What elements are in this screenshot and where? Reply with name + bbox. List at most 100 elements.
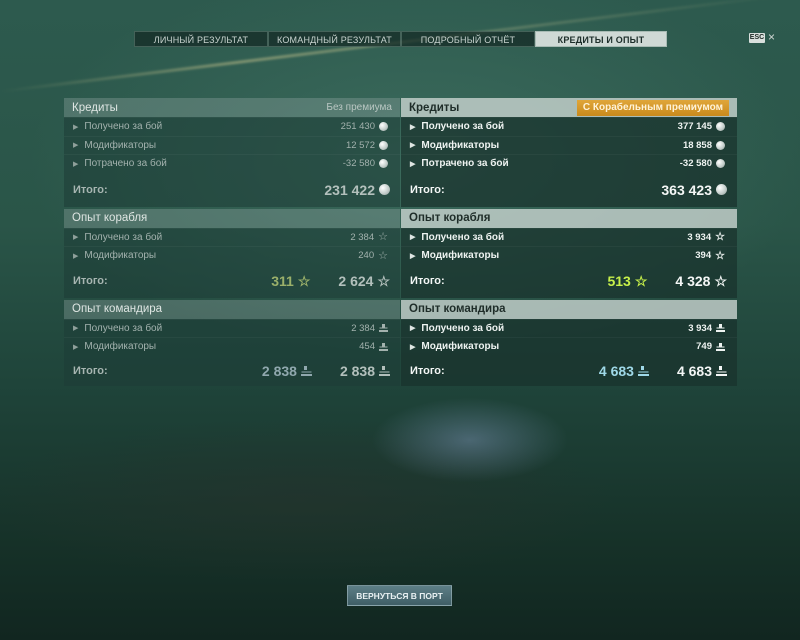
triangle-right-icon: ▶ (410, 123, 416, 131)
ship-xp-row-modifiers[interactable]: ▶ Модификаторы 240 ☆ (64, 246, 400, 265)
free-xp-value: 513 (607, 273, 631, 289)
panel-with-premium: Кредиты С Корабельным премиумом ▶ Получен… (401, 98, 737, 386)
row-label: Модификаторы (421, 250, 500, 262)
captain-xp-header: Опыт командира (64, 299, 400, 319)
total-label: Итого: (410, 364, 445, 377)
ship-xp-title: Опыт корабля (409, 212, 491, 224)
triangle-right-icon: ▶ (410, 325, 416, 333)
triangle-right-icon: ▶ (73, 160, 79, 168)
credits-total-value: 363 423 (661, 181, 712, 198)
credits-row-earned[interactable]: ▶ Получено за бой 251 430 (64, 117, 400, 136)
row-value: 3 934 (688, 322, 712, 334)
star-icon: ☆ (714, 273, 727, 289)
row-label: Получено за бой (421, 322, 505, 334)
credits-total-row: Итого: 363 423 (401, 172, 737, 207)
tab-bar: ЛИЧНЫЙ РЕЗУЛЬТАТ КОМАНДНЫЙ РЕЗУЛЬТАТ ПОД… (134, 31, 667, 47)
row-label: Модификаторы (84, 139, 157, 151)
credits-header: Кредиты Без премиума (64, 98, 400, 117)
row-label: Получено за бой (421, 121, 505, 133)
captain-icon (300, 365, 312, 376)
triangle-right-icon: ▶ (73, 234, 79, 242)
row-value: 2 384 (351, 322, 375, 334)
captain-xp-row-modifiers[interactable]: ▶ Модификаторы 454 (64, 337, 400, 356)
ship-xp-title: Опыт корабля (72, 212, 148, 224)
triangle-right-icon: ▶ (73, 123, 79, 131)
credits-row-modifiers[interactable]: ▶ Модификаторы 18 858 (401, 135, 737, 154)
row-value: 394 (695, 250, 712, 262)
captain-xp-total-row: Итого: 2 838 2 838 (64, 355, 400, 386)
captain-icon (716, 324, 725, 333)
row-value: 2 384 (350, 231, 375, 243)
credits-header: Кредиты С Корабельным премиумом (401, 98, 737, 117)
credits-row-modifiers[interactable]: ▶ Модификаторы 12 572 (64, 135, 400, 154)
star-icon: ☆ (378, 249, 388, 262)
tab-personal-result[interactable]: ЛИЧНЫЙ РЕЗУЛЬТАТ (134, 31, 268, 47)
total-label: Итого: (73, 364, 108, 377)
row-value: 749 (696, 341, 712, 353)
row-value: 18 858 (682, 139, 712, 151)
row-label: Получено за бой (421, 231, 505, 243)
total-label: Итого: (73, 275, 108, 287)
total-label: Итого: (410, 183, 445, 196)
return-to-port-button[interactable]: ВЕРНУТЬСЯ В ПОРТ (347, 585, 452, 606)
free-xp-star-icon: ☆ (634, 273, 648, 289)
row-value: 454 (359, 341, 375, 353)
row-value: -32 580 (342, 158, 375, 170)
captain-icon (379, 324, 388, 333)
star-icon: ☆ (378, 231, 388, 244)
row-label: Модификаторы (84, 341, 157, 353)
captain-xp-row-earned[interactable]: ▶ Получено за бой 3 934 (401, 318, 737, 337)
captain-xp-row-modifiers[interactable]: ▶ Модификаторы 749 (401, 337, 737, 356)
captain-xp-title: Опыт командира (72, 303, 163, 315)
free-xp-star-icon: ☆ (297, 273, 311, 289)
triangle-right-icon: ▶ (410, 252, 416, 260)
captain-xp-extra-value: 4 683 (598, 362, 634, 379)
row-value: 240 (358, 250, 375, 262)
tab-detailed-report[interactable]: ПОДРОБНЫЙ ОТЧЁТ (401, 31, 535, 47)
tab-team-result[interactable]: КОМАНДНЫЙ РЕЗУЛЬТАТ (268, 31, 401, 47)
ship-xp-total-value: 4 328 (675, 273, 711, 289)
premium-badge: С Корабельным премиумом (576, 99, 729, 116)
row-value: -32 580 (679, 158, 712, 170)
ship-xp-header: Опыт корабля (64, 208, 400, 228)
coin-icon (379, 184, 390, 195)
no-premium-label: Без премиума (326, 102, 392, 113)
ship-xp-header: Опыт корабля (401, 208, 737, 228)
total-label: Итого: (410, 275, 445, 287)
triangle-right-icon: ▶ (410, 160, 416, 168)
coin-icon (379, 140, 388, 150)
star-icon: ☆ (377, 273, 390, 289)
captain-icon (379, 365, 390, 376)
coin-icon (716, 122, 725, 132)
triangle-right-icon: ▶ (73, 343, 79, 351)
credits-row-spent[interactable]: ▶ Потрачено за бой -32 580 (64, 154, 400, 173)
coin-icon (379, 159, 388, 169)
triangle-right-icon: ▶ (73, 325, 79, 333)
captain-icon (379, 342, 388, 351)
captain-xp-row-earned[interactable]: ▶ Получено за бой 2 384 (64, 318, 400, 337)
tab-credits-and-xp[interactable]: КРЕДИТЫ И ОПЫТ (535, 31, 667, 47)
triangle-right-icon: ▶ (410, 142, 416, 150)
coin-icon (379, 122, 388, 132)
ship-xp-row-modifiers[interactable]: ▶ Модификаторы 394 ☆ (401, 246, 737, 265)
row-value: 251 430 (340, 121, 375, 133)
captain-xp-extra-value: 2 838 (261, 362, 297, 379)
credits-row-earned[interactable]: ▶ Получено за бой 377 145 (401, 117, 737, 136)
ship-xp-total-row: Итого: 513 ☆ 4 328 ☆ (401, 264, 737, 298)
ship-xp-row-earned[interactable]: ▶ Получено за бой 2 384 ☆ (64, 227, 400, 246)
close-icon[interactable]: × (768, 30, 775, 44)
credits-row-spent[interactable]: ▶ Потрачено за бой -32 580 (401, 154, 737, 173)
row-label: Получено за бой (84, 121, 163, 133)
captain-icon (716, 342, 725, 351)
coin-icon (716, 140, 725, 150)
panel-without-premium: Кредиты Без премиума ▶ Получено за бой 25… (64, 98, 400, 386)
ship-xp-row-earned[interactable]: ▶ Получено за бой 3 934 ☆ (401, 227, 737, 246)
captain-xp-header: Опыт командира (401, 299, 737, 319)
captain-xp-total-value: 4 683 (676, 362, 712, 379)
row-label: Потрачено за бой (421, 158, 509, 170)
row-value: 12 572 (345, 139, 375, 151)
captain-xp-total-value: 2 838 (339, 362, 375, 379)
row-label: Модификаторы (421, 341, 500, 353)
esc-key-hint[interactable]: ESC (749, 33, 765, 43)
credits-title: Кредиты (409, 101, 460, 114)
